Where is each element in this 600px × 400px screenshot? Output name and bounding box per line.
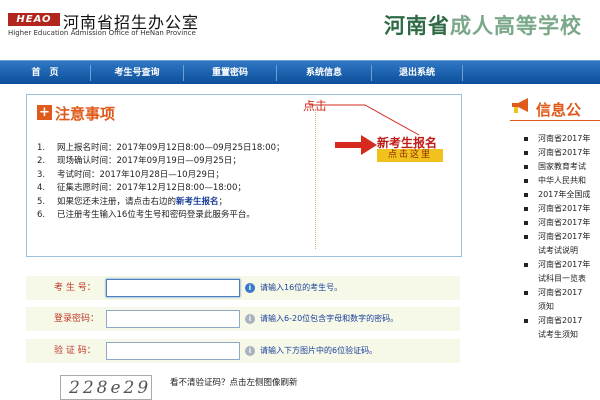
news-item[interactable]: 中华人民共和 [522,174,600,188]
notice-item: 5. 如果您还未注册，请点击右边的新考生报名； [37,196,228,207]
captcha-row: 验 证 码： i 请输入下方图片中的6位验证码。 [26,339,460,363]
info-icon: i [245,314,255,324]
info-icon: i [245,346,255,356]
site-title-school: 成人高等学校 [450,14,582,38]
exam-number-label: 考 生 号： [54,283,96,293]
news-item[interactable]: 试考生须知 [522,328,600,342]
nav-reset-password[interactable]: 重置密码 [184,61,276,85]
notice-item: 6. 已注册考生输入16位考生号和密码登录此服务平台。 [37,209,255,220]
news-item[interactable]: 2017年全国成 [522,188,600,202]
bullet-icon [524,179,528,183]
news-item[interactable]: 国家教育考试 [522,160,600,174]
nav-system-info[interactable]: 系统信息 [277,61,371,85]
notice-item: 2. 现场确认时间：2017年09月19日—09月25日； [37,156,241,167]
news-item[interactable]: 河南省2017年 [522,202,600,216]
captcha-label: 验 证 码： [54,346,96,356]
bullet-icon [524,291,528,295]
notice-item: 4. 征集志愿时间：2017年12月12日8:00—18:00； [37,183,246,194]
office-english-name: Higher Education Admission Office of HeN… [8,29,196,37]
exam-number-tip: 请输入16位的考生号。 [260,283,343,292]
notice-list: 1. 网上报名时间：2017年09月12日8:00—09月25日18:00； 2.… [37,142,284,222]
site-header: HEAO 河南省招生办公室 Higher Education Admission… [0,0,600,56]
click-here-button[interactable]: 点击这里 [377,149,443,162]
plus-icon: + [37,105,52,120]
password-tip: 请输入6-20位包含字母和数字的密码。 [260,314,399,323]
news-item[interactable]: 试考试说明 [522,244,600,258]
bullet-icon [524,235,528,239]
site-title: 河南省成人高等学校 [384,10,582,40]
news-item[interactable]: 河南省2017年 [522,132,600,146]
news-item[interactable]: 河南省2017年 [522,230,600,244]
captcha-refresh-note: 看不清验证码？点击左侧图像刷新 [170,378,298,388]
password-input[interactable] [106,310,240,328]
exam-number-input[interactable] [106,279,240,297]
bullet-icon [524,221,528,225]
nav-logout[interactable]: 退出系统 [372,61,462,85]
bullet-icon [524,137,528,141]
captcha-text: 228e29 [69,378,152,398]
news-item[interactable]: 试科目一览表 [522,272,600,286]
news-item[interactable]: 河南省2017年 [522,258,600,272]
news-list: 河南省2017年 河南省2017年 国家教育考试 中华人民共和 2017年全国成 河南省2… [522,132,600,342]
bullet-icon [524,207,528,211]
notice-panel: + 注意事项 1. 网上报名时间：2017年09月12日8:00—09月25日18… [26,94,462,257]
notice-title: 注意事项 [55,105,116,123]
bullet-icon [524,151,528,155]
news-item[interactable]: 河南省2017 [522,286,600,300]
password-row: 登录密码： i 请输入6-20位包含字母和数字的密码。 [26,307,460,331]
news-item[interactable]: 河南省2017年 [522,146,600,160]
new-register-inline-link[interactable]: 新考生报名 [176,197,219,207]
bullet-icon [524,263,528,267]
notice-item: 1. 网上报名时间：2017年09月12日8:00—09月25日18:00； [37,143,285,153]
news-item[interactable]: 须知 [522,300,600,314]
nav-home[interactable]: 首 页 [0,61,90,85]
nav-exam-number-query[interactable]: 考生号查询 [91,61,183,85]
notice-item: 3. 考试时间：2017年10月28日—10月29日； [37,169,224,180]
heao-logo: HEAO [8,13,60,26]
site-title-province: 河南省 [384,14,450,38]
password-label: 登录密码： [54,314,100,324]
bullet-icon [524,165,528,169]
news-title: 信息公 [536,101,582,119]
bullet-icon [524,319,528,323]
nav-divider [462,65,463,81]
news-item[interactable]: 河南省2017年 [522,216,600,230]
news-item[interactable]: 河南省2017 [522,314,600,328]
info-icon: i [245,283,255,293]
bullet-icon [524,193,528,197]
news-underline [510,120,600,121]
exam-number-row: 考 生 号： i 请输入16位的考生号。 [26,276,460,300]
megaphone-icon [512,98,528,113]
captcha-image[interactable]: 228e29 [60,375,152,400]
main-nav: 首 页 考生号查询 重置密码 系统信息 退出系统 [0,60,600,84]
captcha-input[interactable] [106,342,240,360]
captcha-tip: 请输入下方图片中的6位验证码。 [260,346,378,355]
